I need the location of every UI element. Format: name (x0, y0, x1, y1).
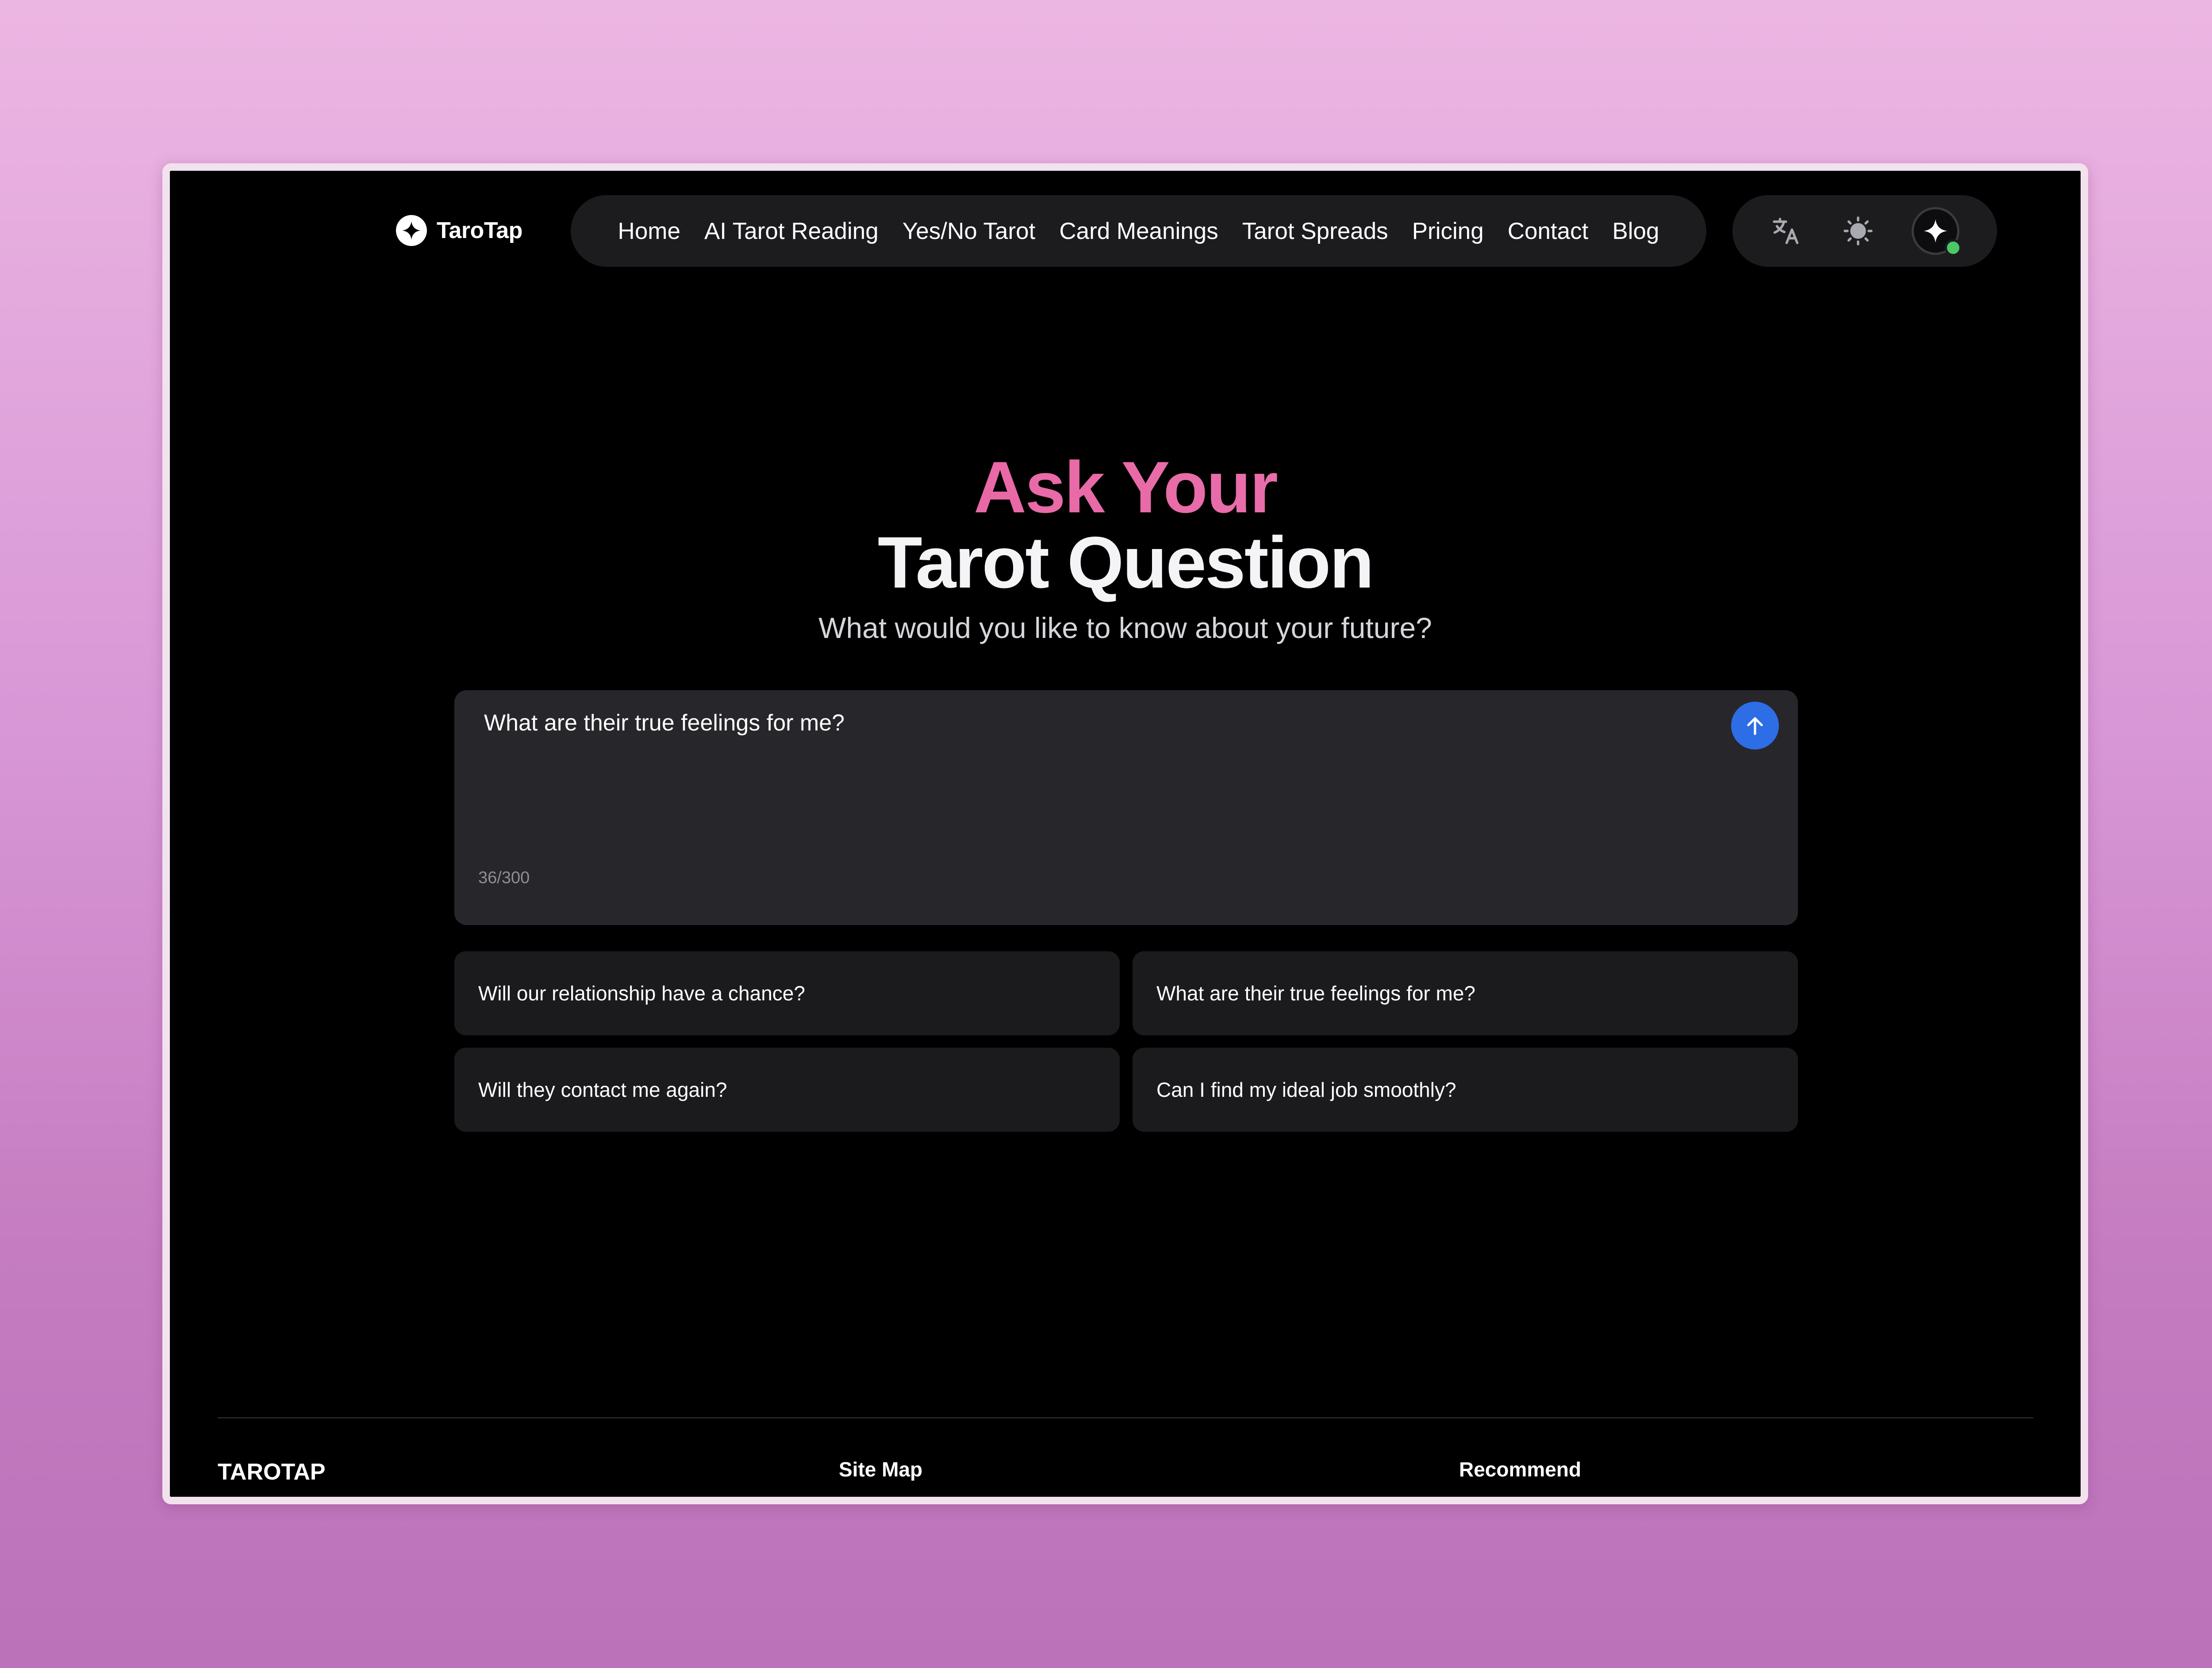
nav-item-card-meanings[interactable]: Card Meanings (1059, 218, 1218, 245)
sun-icon[interactable] (1842, 215, 1874, 247)
browser-window: TaroTap Home AI Tarot Reading Yes/No Tar… (162, 163, 2088, 1504)
footer-heading-recommend: Recommend (1459, 1458, 1582, 1481)
sparkle-logo-icon (396, 215, 427, 246)
send-button[interactable] (1731, 702, 1779, 749)
logo-text: TaroTap (437, 218, 522, 243)
question-input[interactable]: What are their true feelings for me? 36/… (454, 690, 1798, 925)
hero-title: Tarot Question (877, 522, 1374, 603)
suggestion-chip[interactable]: Will they contact me again? (454, 1048, 1120, 1132)
nav-item-yes-no-tarot[interactable]: Yes/No Tarot (902, 218, 1036, 245)
nav-item-contact[interactable]: Contact (1508, 218, 1589, 245)
suggestion-chip[interactable]: What are their true feelings for me? (1133, 951, 1798, 1035)
character-counter: 36/300 (478, 869, 530, 887)
nav-item-ai-tarot-reading[interactable]: AI Tarot Reading (704, 218, 879, 245)
main-nav: Home AI Tarot Reading Yes/No Tarot Card … (571, 195, 1706, 267)
logo[interactable]: TaroTap (396, 215, 522, 246)
nav-item-home[interactable]: Home (618, 218, 680, 245)
nav-item-tarot-spreads[interactable]: Tarot Spreads (1242, 218, 1388, 245)
translate-icon[interactable] (1770, 215, 1802, 247)
footer-divider (218, 1417, 2033, 1418)
question-input-value[interactable]: What are their true feelings for me? (484, 710, 845, 736)
online-status-badge (1945, 239, 1962, 256)
footer-brand: TAROTAP (218, 1459, 326, 1485)
nav-item-blog[interactable]: Blog (1612, 218, 1659, 245)
hero-subtitle: What would you like to know about your f… (818, 611, 1432, 644)
footer-heading-site-map: Site Map (839, 1458, 923, 1481)
suggestion-chip[interactable]: Can I find my ideal job smoothly? (1133, 1048, 1798, 1132)
header-tools (1732, 195, 1997, 267)
page: TaroTap Home AI Tarot Reading Yes/No Tar… (170, 171, 2081, 1497)
nav-item-pricing[interactable]: Pricing (1412, 218, 1484, 245)
arrow-up-icon (1747, 717, 1763, 735)
avatar[interactable] (1912, 207, 1962, 256)
suggestion-chip[interactable]: Will our relationship have a chance? (454, 951, 1120, 1035)
sparkle-icon (1924, 219, 1947, 243)
